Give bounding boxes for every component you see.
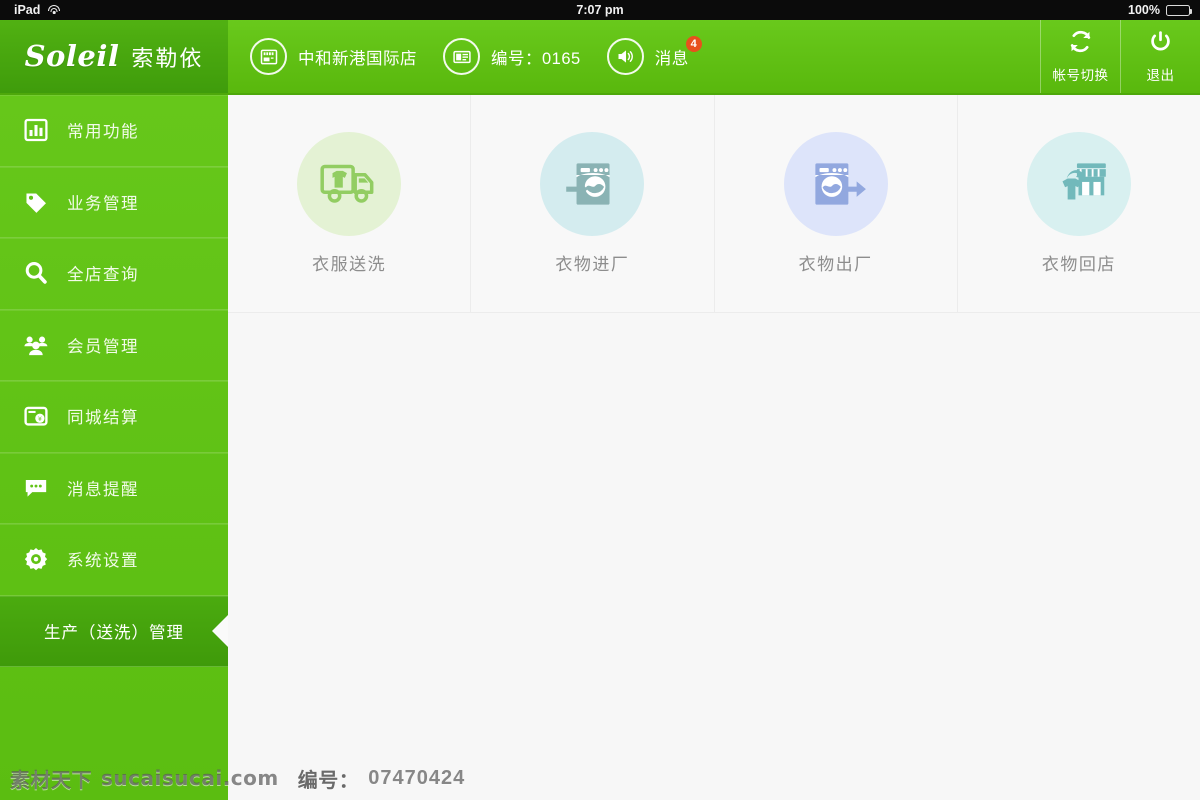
id-card-icon bbox=[443, 38, 480, 75]
tile-clothes-back-to-store[interactable]: 衣物回店 bbox=[958, 95, 1200, 312]
sidebar-item-system-settings[interactable]: 系统设置 bbox=[0, 524, 228, 596]
header-store[interactable]: 中和新港国际店 bbox=[250, 20, 417, 93]
washer-in-icon bbox=[566, 163, 610, 205]
sidebar-item-business-management[interactable]: 业务管理 bbox=[0, 167, 228, 238]
sidebar-item-message-reminder[interactable]: 消息提醒 bbox=[0, 453, 228, 524]
sidebar-item-member-management[interactable]: 会员管理 bbox=[0, 310, 228, 381]
users-icon bbox=[22, 331, 49, 358]
logo-wordmark: Soleil bbox=[24, 38, 120, 73]
tile-send-to-wash[interactable]: 衣服送洗 bbox=[228, 95, 472, 312]
app-header: Soleil 索勒依 中和新港国际店 编号：0165 消息 4 帐号切换 退出 bbox=[0, 20, 1200, 95]
header-store-number[interactable]: 编号：0165 bbox=[443, 20, 581, 93]
tile-label: 衣服送洗 bbox=[312, 255, 387, 274]
logout-button[interactable]: 退出 bbox=[1120, 20, 1200, 93]
sidebar-item-production-management[interactable]: 生产（送洗）管理 bbox=[0, 595, 228, 667]
header-actions: 帐号切换 退出 bbox=[1040, 20, 1200, 93]
sidebar-label: 生产（送洗）管理 bbox=[44, 623, 184, 642]
sidebar-label: 同城结算 bbox=[67, 409, 139, 428]
speaker-icon bbox=[606, 38, 644, 75]
svg-text:¥: ¥ bbox=[37, 416, 41, 423]
switch-account-label: 帐号切换 bbox=[1052, 68, 1109, 83]
tile-label: 衣物出厂 bbox=[798, 255, 873, 274]
sidebar-label: 常用功能 bbox=[67, 123, 139, 142]
wallet-yuan-icon: ¥ bbox=[22, 403, 49, 430]
sidebar-item-store-query[interactable]: 全店查询 bbox=[0, 238, 228, 310]
truck-shirt-icon-circle bbox=[297, 132, 402, 236]
header-messages-label: 消息 bbox=[654, 49, 689, 68]
header-store-label: 中和新港国际店 bbox=[298, 49, 417, 68]
truck-shirt-icon bbox=[320, 164, 374, 203]
sidebar-label: 全店查询 bbox=[67, 266, 139, 285]
store-icon bbox=[250, 38, 287, 75]
tile-clothes-out-factory[interactable]: 衣物出厂 bbox=[715, 95, 958, 312]
header-store-number-label: 编号：0165 bbox=[491, 49, 581, 68]
sidebar-label: 消息提醒 bbox=[67, 480, 139, 499]
tag-icon bbox=[22, 188, 49, 215]
header-messages[interactable]: 消息 4 bbox=[606, 20, 702, 93]
tile-label: 衣物回店 bbox=[1041, 255, 1116, 274]
battery-full-icon bbox=[1166, 4, 1193, 16]
washer-in-icon-circle bbox=[540, 132, 645, 236]
gear-icon bbox=[22, 546, 49, 573]
tile-clothes-in-factory[interactable]: 衣物进厂 bbox=[471, 95, 715, 312]
sidebar-label: 系统设置 bbox=[67, 552, 139, 571]
function-tile-row: 衣服送洗 衣物进厂 衣物出厂 衣物回店 bbox=[228, 95, 1200, 313]
main-content: 衣服送洗 衣物进厂 衣物出厂 衣物回店 bbox=[228, 95, 1200, 800]
power-icon bbox=[1148, 29, 1173, 59]
active-indicator-arrow bbox=[212, 614, 228, 647]
sidebar-label: 会员管理 bbox=[67, 337, 139, 356]
logo-chinese-name: 索勒依 bbox=[131, 45, 204, 71]
logout-label: 退出 bbox=[1146, 68, 1175, 83]
washer-out-icon-circle bbox=[783, 132, 888, 236]
sidebar: 常用功能 业务管理 全店查询 会员管理 ¥ 同城结算 消息提醒 系统设置 生产（… bbox=[0, 95, 228, 800]
app-root: iPad 7:07 pm 100% Soleil 索勒依 中和新港国际店 编号：… bbox=[0, 0, 1200, 800]
sidebar-item-common-functions[interactable]: 常用功能 bbox=[0, 95, 228, 167]
shirt-store-icon bbox=[1062, 163, 1106, 200]
chart-bar-icon bbox=[22, 117, 49, 144]
sidebar-label: 业务管理 bbox=[67, 194, 139, 213]
chat-bubble-icon bbox=[22, 474, 49, 501]
header-info-group: 中和新港国际店 编号：0165 消息 4 bbox=[228, 20, 1040, 93]
switch-account-button[interactable]: 帐号切换 bbox=[1040, 20, 1120, 93]
refresh-icon bbox=[1068, 29, 1093, 59]
message-count-badge: 4 bbox=[685, 36, 702, 52]
status-bar-time: 7:07 pm bbox=[576, 3, 624, 17]
washer-out-icon bbox=[815, 163, 866, 205]
sidebar-item-city-settlement[interactable]: ¥ 同城结算 bbox=[0, 381, 228, 453]
ios-status-bar: iPad 7:07 pm 100% bbox=[0, 0, 1200, 20]
search-icon bbox=[22, 260, 49, 287]
tile-label: 衣物进厂 bbox=[555, 255, 630, 274]
shirt-store-icon-circle bbox=[1026, 132, 1131, 236]
app-logo: Soleil 索勒依 bbox=[0, 20, 228, 93]
